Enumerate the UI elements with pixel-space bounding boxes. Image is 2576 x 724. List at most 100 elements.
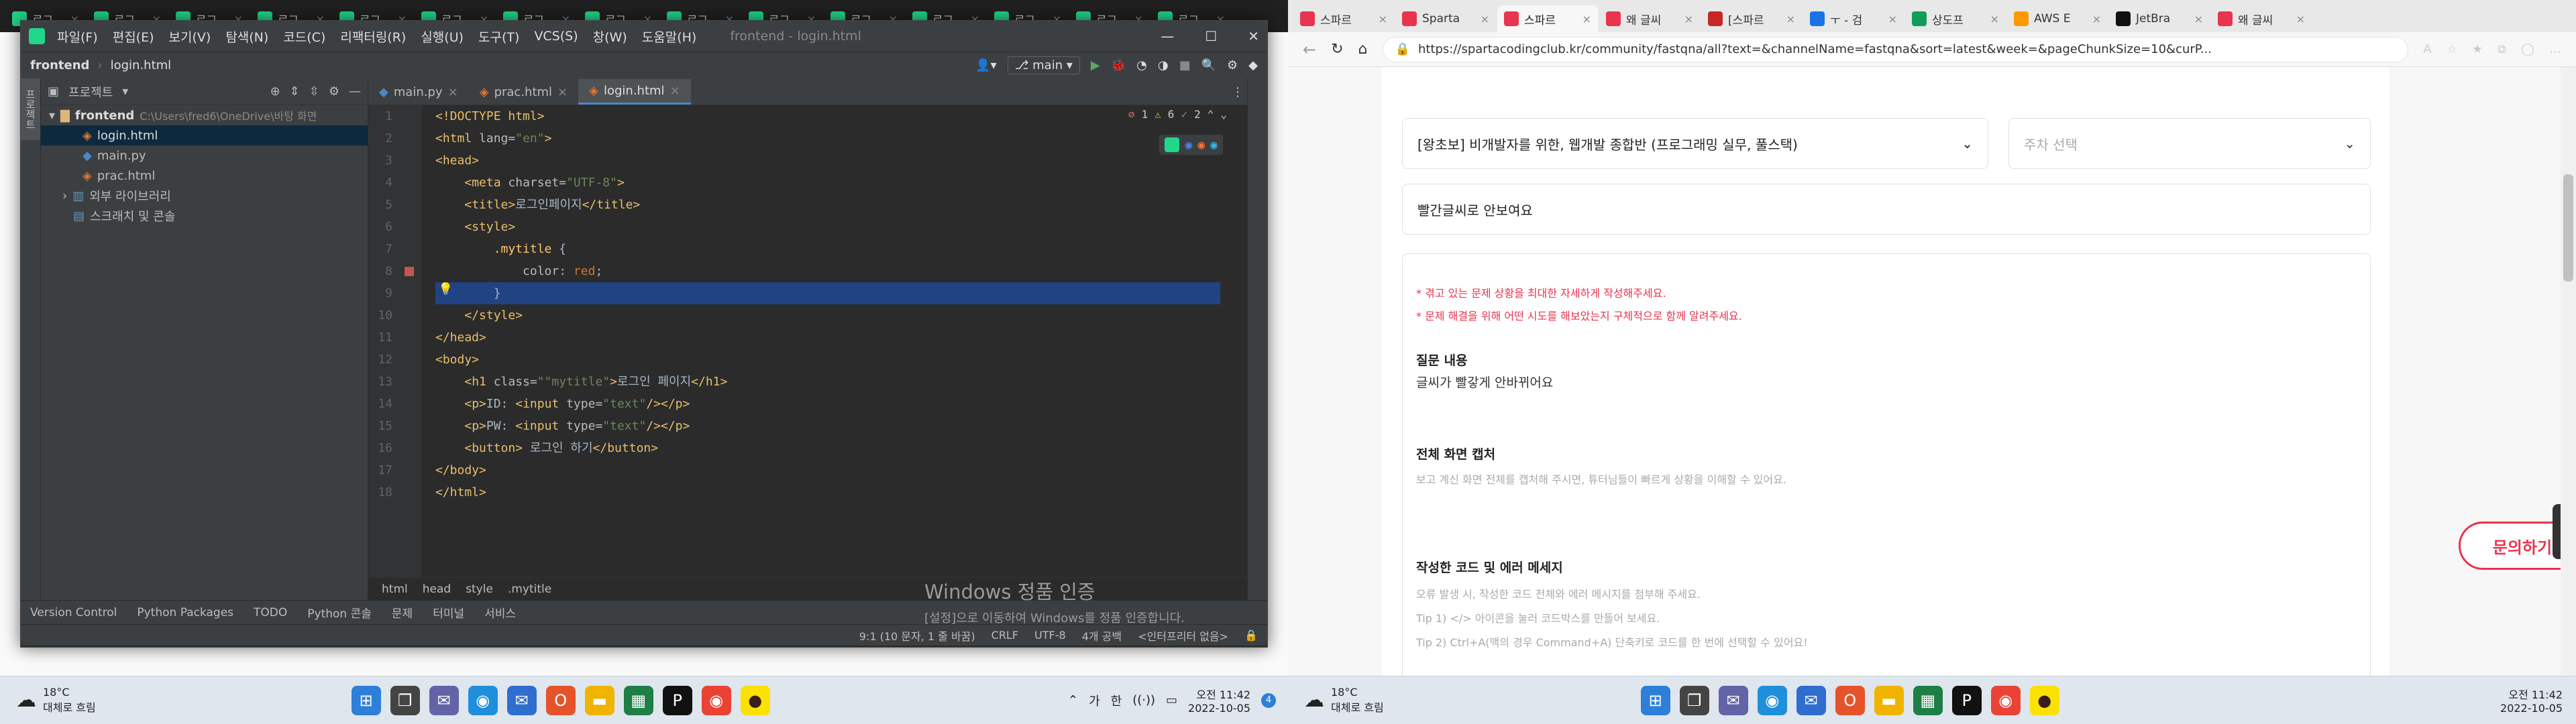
bottom-tool[interactable]: Python Packages [137,606,233,619]
right-browser-tab[interactable]: 스파르 × [1293,5,1394,32]
search-icon[interactable]: 🔍 [1201,58,1216,72]
close-tab-icon[interactable]: × [1888,13,1897,25]
chat-icon[interactable]: ✉ [429,685,459,715]
close-tab-icon[interactable]: × [670,84,680,98]
menu-item[interactable]: VCS(S) [534,29,578,44]
close-tab-icon[interactable]: × [1990,13,1999,25]
close-tab-icon[interactable]: × [1481,13,1489,25]
project-tool-tab[interactable]: 프로젝트 [21,78,40,140]
coverage-icon[interactable]: ◔ [1136,58,1147,72]
menu-item[interactable]: 보기(V) [169,27,211,46]
edge-icon[interactable]: ◉ [1210,138,1218,152]
title-input[interactable]: 빨간글씨로 안보여요 [1402,184,2371,235]
collections-icon[interactable]: ⧉ [2498,42,2506,56]
read-aloud-icon[interactable]: A [2423,42,2431,56]
right-browser-tab[interactable]: [스파르 × [1701,5,1802,32]
pycharm-taskbar-icon[interactable]: P [662,685,692,715]
tree-scratch[interactable]: ▤ 스크래치 및 콘솔 [41,206,368,226]
question-body[interactable]: * 겪고 있는 문제 상황을 최대한 자세하게 작성해주세요. * 문제 해결을… [1402,253,2371,682]
lock-icon[interactable]: 🔒 [1244,629,1258,642]
maximize-icon[interactable]: ☐ [1205,28,1217,44]
refresh-icon[interactable]: ↻ [1331,41,1343,58]
user-icon[interactable]: 👤▾ [975,58,996,72]
bottom-tool[interactable]: 문제 [392,604,413,621]
more-tabs-icon[interactable]: ⋮ [1228,79,1247,105]
firefox-icon[interactable]: ◉ [1197,138,1205,152]
weather-widget[interactable]: ☁ 18°C 대체로 흐림 [1304,686,1384,715]
bottom-tool[interactable]: 터미널 [433,604,464,621]
pycharm-taskbar-icon[interactable]: P [1951,685,1982,715]
debug-icon[interactable]: 🐞 [1111,58,1126,72]
editor-tab-main[interactable]: ◆ main.py × [368,79,469,105]
chevron-up-icon[interactable]: ⌃ [1068,693,1078,707]
settings-icon[interactable]: ⚙ [1227,58,1238,72]
chat-icon[interactable]: ✉ [1718,685,1748,715]
battery-icon[interactable]: ▭ [1166,693,1177,707]
menu-item[interactable]: 실행(U) [421,27,464,46]
scrollbar-thumb[interactable] [2563,174,2573,282]
more-icon[interactable]: … [2549,42,2561,56]
menu-item[interactable]: 도움말(H) [642,27,697,46]
close-tab-icon[interactable]: × [557,85,568,99]
breadcrumb-item[interactable]: style [466,583,493,596]
spreadsheet-icon[interactable]: ▦ [623,685,653,715]
close-tab-icon[interactable]: × [2296,13,2305,25]
close-tab-icon[interactable]: × [1786,13,1795,25]
breadcrumb-item[interactable]: .mytitle [508,583,551,596]
code-area[interactable]: 1 2 3 4 5 6 7 8 9 10 11 12 13 14 15 16 17 18 💡 <!DOCTYPE … [368,105,1247,577]
profile-icon[interactable]: ◑ [1158,58,1169,72]
start-icon[interactable]: ⊞ [351,685,381,715]
mail-icon[interactable]: ✉ [1796,685,1826,715]
tree-file-main[interactable]: ◆ main.py [41,145,368,166]
editor-tab-login[interactable]: ◈ login.html × [578,79,691,105]
lightbulb-icon[interactable]: 💡 [438,282,454,304]
right-browser-tab[interactable]: 왜 글씨 × [2211,5,2312,32]
inspection-widget[interactable]: ⊘ 1 ⚠ 6 ✓ 2 ⌃ ⌄ [1128,108,1227,121]
right-browser-tab[interactable]: AWS E × [2007,5,2108,32]
close-tab-icon[interactable]: × [1379,13,1387,25]
expand-all-icon[interactable]: ⇕ [290,84,300,99]
menu-item[interactable]: 도구(T) [478,27,519,46]
mail-icon[interactable]: ✉ [506,685,537,715]
notification-badge[interactable]: 4 [1261,692,1276,708]
ime-mode[interactable]: 한 [1111,692,1122,709]
project-panel-title[interactable]: 프로젝트 [68,83,113,101]
right-browser-tab[interactable]: ㅜ - 검 × [1803,5,1904,32]
menu-item[interactable]: 파일(F) [57,27,98,46]
url-field[interactable]: 🔒 https://spartacodingclub.kr/community/f… [1382,36,2409,62]
expand-arrow-icon[interactable]: ▾ [49,109,55,123]
chrome-taskbar-icon[interactable]: ◉ [701,685,731,715]
wifi-icon[interactable]: ((·)) [1132,693,1155,707]
right-browser-tab[interactable]: 상도프 × [1905,5,2006,32]
menu-item[interactable]: 리팩터링(R) [340,27,406,46]
pycharm-preview-icon[interactable] [1165,137,1180,152]
profile-icon[interactable]: ◯ [2521,42,2534,56]
hide-icon[interactable]: — [349,84,361,99]
favorites-icon[interactable]: ★ [2472,42,2483,56]
kakaotalk-icon[interactable]: ● [740,685,770,715]
branch-selector[interactable]: ⎇ main ▾ [1007,56,1080,74]
update-icon[interactable]: ◆ [1248,58,1258,72]
minimize-icon[interactable]: — [1161,28,1174,44]
ime-indicator[interactable]: 가 [1089,692,1100,709]
start-icon[interactable]: ⊞ [1640,685,1670,715]
right-browser-tab[interactable]: 왜 글씨 × [1599,5,1700,32]
explorer-icon[interactable]: ▬ [1874,685,1904,715]
course-select[interactable]: [왕초보] 비개발자를 위한, 웹개발 종합반 (프로그래밍 실무, 풀스택) … [1402,118,1988,169]
close-tab-icon[interactable]: × [2194,13,2203,25]
chevron-up-icon[interactable]: ⌃ [1208,108,1214,121]
expand-arrow-icon[interactable]: › [62,189,67,203]
clock[interactable]: 오전 11:42 2022-10-05 [1188,686,1250,715]
close-tab-icon[interactable]: × [2092,13,2101,25]
run-icon[interactable]: ▶ [1091,58,1100,72]
clock[interactable]: 오전 11:42 2022-10-05 [2500,686,2576,715]
scrollbar[interactable] [2561,67,2576,676]
bottom-tool[interactable]: Python 콘솔 [307,604,372,621]
kakaotalk-icon[interactable]: ● [2029,685,2059,715]
right-browser-tab[interactable]: Sparta × [1395,5,1496,32]
task-view-icon[interactable]: ❐ [390,685,420,715]
collapse-all-icon[interactable]: ⇳ [309,84,319,99]
bottom-tool[interactable]: 서비스 [484,604,516,621]
spreadsheet-icon[interactable]: ▦ [1913,685,1943,715]
explorer-icon[interactable]: ▬ [584,685,614,715]
